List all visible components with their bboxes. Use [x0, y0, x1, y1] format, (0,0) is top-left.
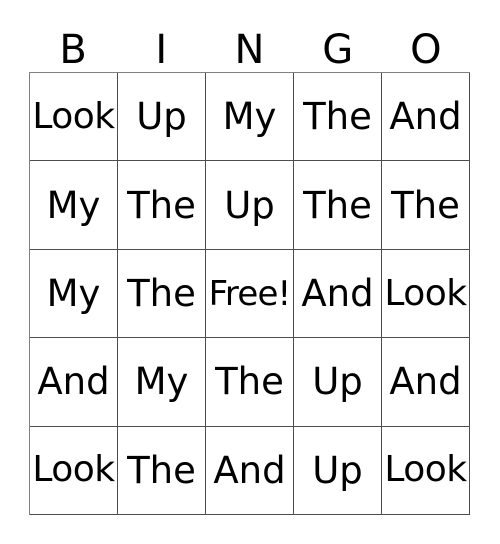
bingo-cell[interactable]: My [30, 249, 118, 339]
bingo-cell[interactable]: The [382, 161, 470, 250]
bingo-cell-label: My [46, 183, 101, 227]
bingo-cell-label: Up [312, 448, 363, 492]
bingo-free-space-label: Free! [208, 273, 292, 314]
bingo-cell-label: The [127, 272, 196, 316]
bingo-cell[interactable]: My [30, 161, 118, 250]
bingo-cell-label: The [303, 95, 372, 139]
bingo-cell[interactable]: And [294, 249, 382, 339]
bingo-row: Look Up My The And [30, 73, 470, 162]
bingo-cell-label: And [213, 448, 286, 492]
bingo-cell[interactable]: The [118, 426, 206, 516]
bingo-cell[interactable]: And [382, 338, 470, 427]
bingo-cell[interactable]: The [294, 73, 382, 162]
bingo-cell-label: The [303, 183, 372, 227]
bingo-header-row: B I N G O [29, 22, 470, 72]
bingo-grid: Look Up My The And My The Up The The My … [29, 72, 470, 516]
bingo-cell[interactable]: My [206, 73, 294, 162]
bingo-cell-label: And [389, 95, 462, 139]
bingo-cell-label: My [134, 360, 189, 404]
bingo-cell[interactable]: And [30, 338, 118, 427]
bingo-cell-label: The [127, 448, 196, 492]
bingo-cell-label: Look [32, 449, 115, 491]
bingo-row: And My The Up And [30, 338, 470, 427]
bingo-cell[interactable]: Look [382, 426, 470, 516]
bingo-header-letter-g: G [322, 27, 354, 73]
bingo-cell-label: The [391, 183, 460, 227]
bingo-cell[interactable]: Look [382, 249, 470, 339]
bingo-cell-label: Look [32, 95, 115, 137]
bingo-header-letter-o: O [410, 27, 442, 73]
bingo-cell-label: Look [384, 449, 467, 491]
bingo-cell[interactable]: The [118, 161, 206, 250]
bingo-cell[interactable]: And [382, 73, 470, 162]
bingo-row: Look The And Up Look [30, 426, 470, 516]
bingo-cell-label: And [37, 360, 110, 404]
bingo-card: B I N G O Look Up My The And My The Up T… [0, 0, 500, 544]
bingo-cell[interactable]: The [118, 249, 206, 339]
bingo-cell-label: Up [136, 95, 187, 139]
bingo-cell[interactable]: The [294, 161, 382, 250]
bingo-cell[interactable]: Look [30, 73, 118, 162]
bingo-cell-label: The [215, 360, 284, 404]
bingo-cell-label: And [301, 272, 374, 316]
bingo-cell[interactable]: My [118, 338, 206, 427]
bingo-cell[interactable]: And [206, 426, 294, 516]
bingo-cell-label: The [127, 183, 196, 227]
bingo-header-letter-n: N [234, 27, 265, 73]
bingo-cell[interactable]: Up [294, 338, 382, 427]
bingo-row: My The Free! And Look [30, 249, 470, 339]
bingo-header-letter-i: I [155, 27, 168, 73]
bingo-cell-label: My [46, 272, 101, 316]
bingo-cell-label: My [222, 95, 277, 139]
bingo-cell[interactable]: Look [30, 426, 118, 516]
bingo-cell-label: Look [384, 272, 467, 314]
bingo-cell[interactable]: The [206, 338, 294, 427]
bingo-row: My The Up The The [30, 161, 470, 250]
bingo-cell-label: Up [224, 183, 275, 227]
bingo-header-letter-b: B [59, 27, 87, 73]
bingo-cell-free-space[interactable]: Free! [206, 249, 294, 339]
bingo-cell-label: Up [312, 360, 363, 404]
bingo-cell[interactable]: Up [294, 426, 382, 516]
bingo-cell-label: And [389, 360, 462, 404]
bingo-cell[interactable]: Up [118, 73, 206, 162]
bingo-cell[interactable]: Up [206, 161, 294, 250]
